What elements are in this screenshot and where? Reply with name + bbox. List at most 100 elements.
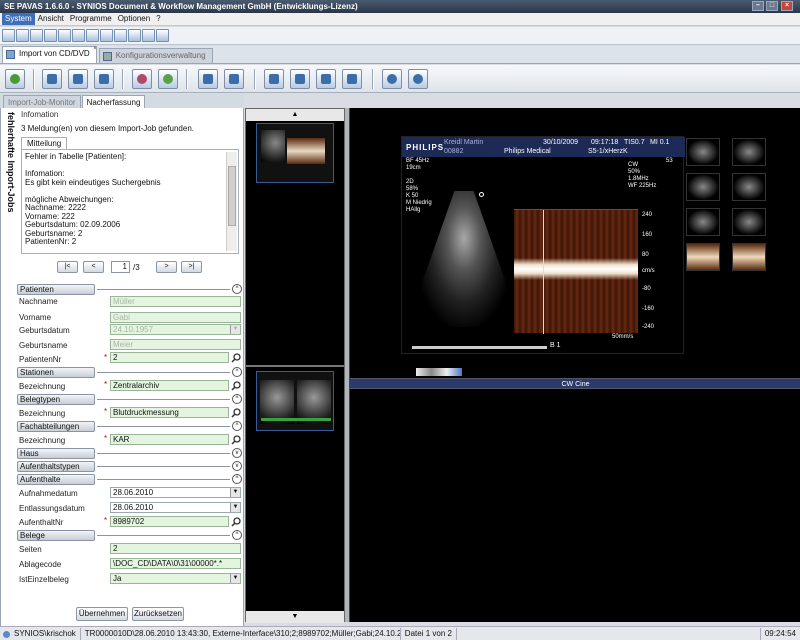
quick-icon-9[interactable] — [114, 29, 127, 42]
quick-icon-3[interactable] — [30, 29, 43, 42]
minimize-button[interactable]: – — [752, 1, 764, 11]
search-icon[interactable] — [231, 517, 241, 527]
search-icon[interactable] — [231, 381, 241, 391]
patientennr-field[interactable]: 2 — [110, 352, 229, 363]
fachabt-bezeichnung-field[interactable]: KAR — [110, 434, 229, 445]
ultrasound-image[interactable]: PHILIPS Kreidl Martin 00882 30/10/2009 0… — [401, 136, 685, 354]
refresh-icon[interactable] — [5, 69, 25, 89]
aufnahmedatum-field[interactable]: 28.06.2010 ▼ — [110, 487, 241, 498]
collapse-icon[interactable]: ^ — [232, 421, 242, 431]
geburtsname-field[interactable]: Meier — [110, 339, 241, 350]
settings-icon[interactable] — [408, 69, 428, 89]
quick-icon-1[interactable] — [2, 29, 15, 42]
fit-width-icon[interactable] — [290, 69, 310, 89]
collapse-icon[interactable]: ^ — [232, 367, 242, 377]
mini-thumb-doppler[interactable] — [732, 243, 766, 271]
tab-konfiguration[interactable]: Konfigurationsverwaltung — [98, 48, 213, 63]
zuruecksetzen-button[interactable]: Zurücksetzen — [132, 607, 184, 621]
section-stationen[interactable]: Stationen ^ — [17, 367, 243, 379]
page-number-input[interactable]: 1 — [111, 261, 130, 273]
page-thumbnail-1[interactable] — [256, 123, 334, 183]
mini-thumb[interactable] — [686, 138, 720, 166]
menu-programme[interactable]: Programme — [67, 13, 115, 25]
vorname-field[interactable]: Gabi — [110, 312, 241, 323]
expand-icon[interactable]: v — [232, 461, 242, 471]
quick-icon-6[interactable] — [72, 29, 85, 42]
scroll-down-icon[interactable]: ▼ — [246, 611, 344, 623]
quick-icon-5[interactable] — [58, 29, 71, 42]
collapse-icon[interactable]: ^ — [232, 530, 242, 540]
dropdown-arrow-icon[interactable]: ▼ — [230, 574, 240, 583]
collapse-icon[interactable]: ^ — [232, 394, 242, 404]
mini-thumb-doppler[interactable] — [686, 243, 720, 271]
quick-icon-2[interactable] — [16, 29, 29, 42]
section-belege[interactable]: Belege ^ — [17, 530, 243, 542]
close-tab-icon[interactable]: × — [93, 46, 97, 52]
fit-page-icon[interactable] — [264, 69, 284, 89]
uebernehmen-button[interactable]: Übernehmen — [76, 607, 128, 621]
tab-nacherfassung[interactable]: Nacherfassung — [81, 95, 146, 108]
nachname-field[interactable]: Müller — [110, 296, 241, 307]
zoom-in-icon[interactable] — [198, 69, 218, 89]
scroll-up-icon[interactable]: ▲ — [246, 109, 344, 121]
geburtsdatum-field[interactable]: 24.10.1957 ▼ — [110, 324, 241, 335]
rotate-left-icon[interactable] — [132, 69, 152, 89]
tools-icon[interactable] — [382, 69, 402, 89]
maximize-button[interactable]: □ — [766, 1, 778, 11]
page-thumbnail-2[interactable] — [256, 371, 334, 431]
mini-thumb[interactable] — [732, 138, 766, 166]
section-belegtypen[interactable]: Belegtypen ^ — [17, 394, 243, 406]
station-bezeichnung-field[interactable]: Zentralarchiv — [110, 380, 229, 391]
quick-icon-11[interactable] — [142, 29, 155, 42]
collapse-icon[interactable]: ^ — [232, 284, 242, 294]
quick-icon-4[interactable] — [44, 29, 57, 42]
belegtyp-bezeichnung-field[interactable]: Blutdruckmessung — [110, 407, 229, 418]
section-aufenthalte[interactable]: Aufenthalte ^ — [17, 474, 243, 486]
seiten-field[interactable]: 2 — [110, 543, 241, 554]
search-icon[interactable] — [231, 408, 241, 418]
dropdown-arrow-icon[interactable]: ▼ — [230, 488, 240, 497]
next-page-button[interactable]: > — [156, 261, 177, 273]
tab-import-cd[interactable]: Import von CD/DVD × — [2, 46, 97, 63]
search-icon[interactable] — [231, 353, 241, 363]
search-icon[interactable] — [231, 435, 241, 445]
zoom-out-icon[interactable] — [224, 69, 244, 89]
actual-size-icon[interactable] — [342, 69, 362, 89]
section-patienten[interactable]: Patienten ^ — [17, 284, 243, 296]
first-page-button[interactable]: |< — [57, 261, 78, 273]
expand-icon[interactable]: v — [232, 448, 242, 458]
scroll-thumb[interactable] — [228, 166, 236, 226]
dropdown-arrow-icon[interactable]: ▼ — [230, 503, 240, 512]
message-scrollbar[interactable] — [226, 152, 237, 251]
quick-icon-10[interactable] — [128, 29, 141, 42]
page-view-icon[interactable] — [94, 69, 114, 89]
menu-system[interactable]: System — [2, 13, 35, 25]
single-page-icon[interactable] — [42, 69, 62, 89]
menu-help[interactable]: ? — [153, 13, 163, 25]
entlassungsdatum-field[interactable]: 28.06.2010 ▼ — [110, 502, 241, 513]
mini-thumb[interactable] — [686, 208, 720, 236]
collapse-icon[interactable]: ^ — [232, 474, 242, 484]
close-button[interactable]: × — [781, 1, 793, 11]
quick-icon-7[interactable] — [86, 29, 99, 42]
prev-page-button[interactable]: < — [83, 261, 104, 273]
mini-thumb[interactable] — [732, 173, 766, 201]
aufenthaltnr-field[interactable]: 8989702 — [110, 516, 229, 527]
fit-height-icon[interactable] — [316, 69, 336, 89]
quick-icon-12[interactable] — [156, 29, 169, 42]
section-haus[interactable]: Haus v — [17, 448, 243, 460]
tab-import-job-monitor[interactable]: Import-Job-Monitor — [3, 95, 81, 108]
ablagecode-field[interactable]: \DOC_CD\DATA\0\31\00000*.* — [110, 558, 241, 569]
section-aufenthaltstypen[interactable]: Aufenthaltstypen v — [17, 461, 243, 473]
mini-thumb[interactable] — [686, 173, 720, 201]
dropdown-arrow-icon[interactable]: ▼ — [230, 325, 240, 334]
tab-mitteilung[interactable]: Mitteilung — [21, 137, 68, 149]
quick-icon-8[interactable] — [100, 29, 113, 42]
menu-ansicht[interactable]: Ansicht — [35, 13, 67, 25]
section-fachabteilungen[interactable]: Fachabteilungen ^ — [17, 421, 243, 433]
isteinzelbeleg-select[interactable]: Ja ▼ — [110, 573, 241, 584]
last-page-button[interactable]: >| — [181, 261, 202, 273]
rotate-right-icon[interactable] — [158, 69, 178, 89]
mini-thumb[interactable] — [732, 208, 766, 236]
menu-optionen[interactable]: Optionen — [115, 13, 153, 25]
